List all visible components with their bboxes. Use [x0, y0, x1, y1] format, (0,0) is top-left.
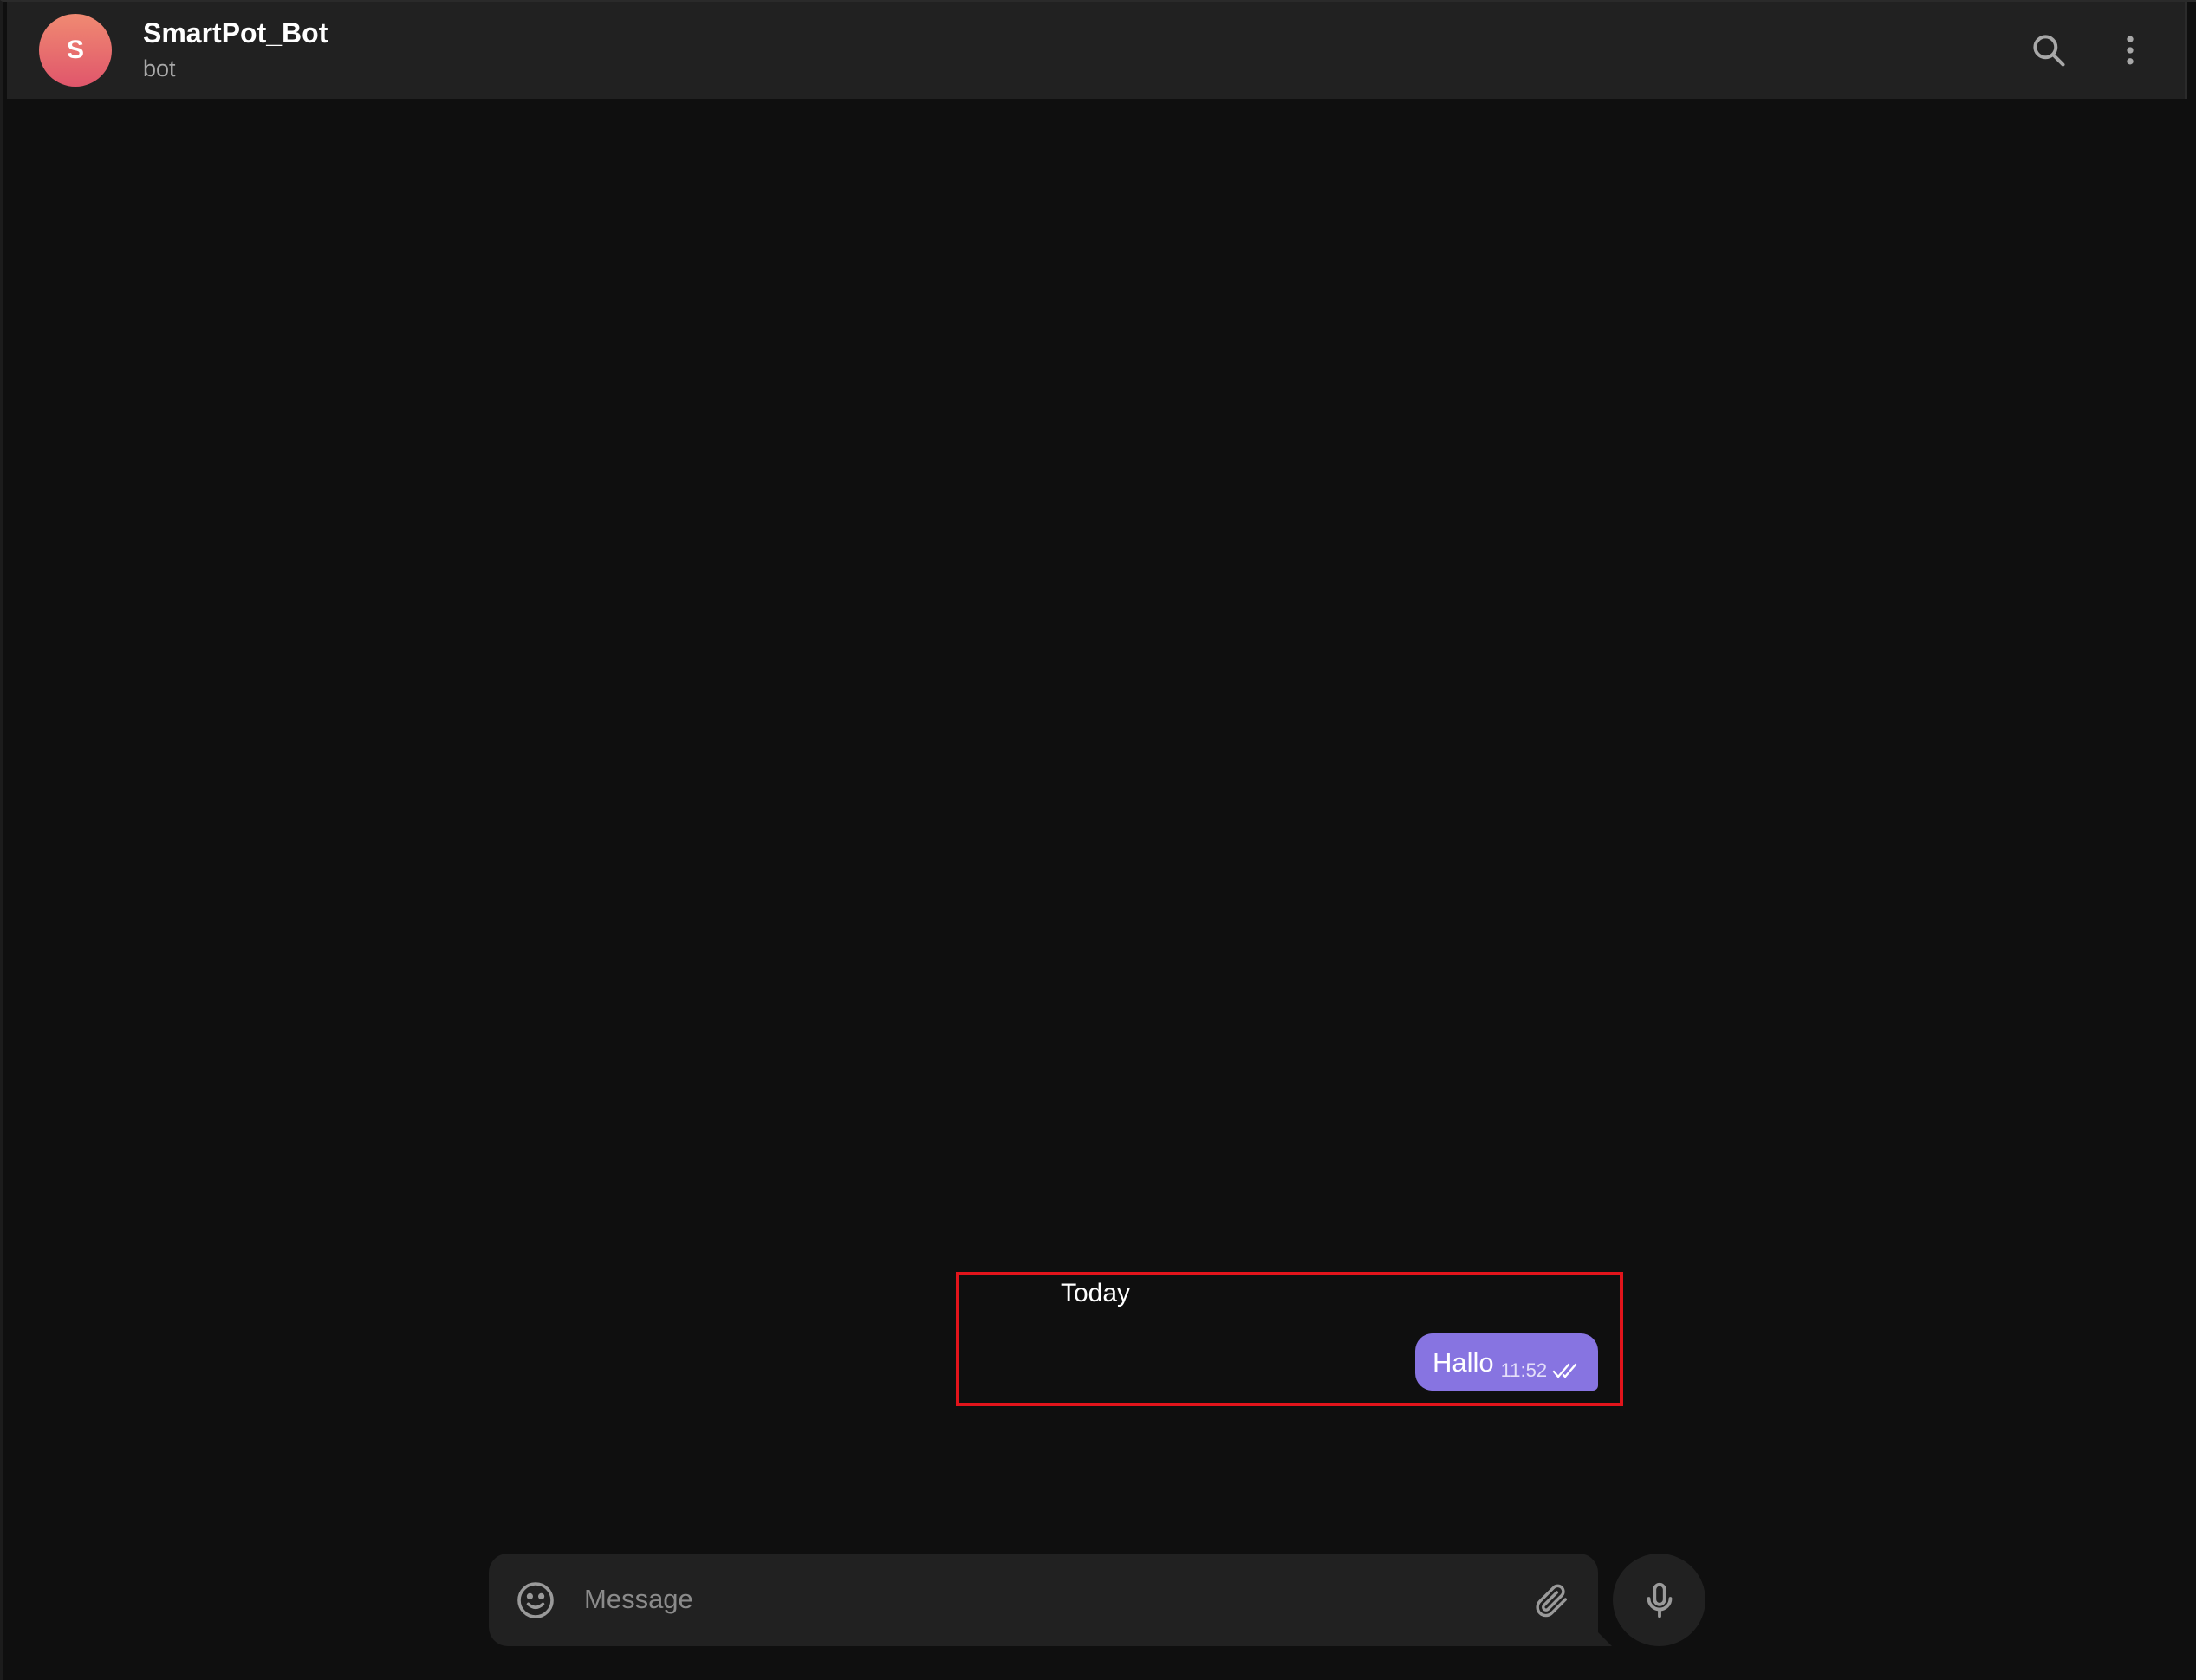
- attach-button[interactable]: [1529, 1578, 1574, 1623]
- date-separator: Today: [1061, 1279, 1131, 1307]
- emoji-button[interactable]: [515, 1579, 556, 1621]
- message-bubble[interactable]: Hallo 11:52: [1415, 1333, 1598, 1391]
- message-composer: [489, 1554, 1612, 1646]
- chat-header: S SmartPot_Bot bot: [7, 2, 2187, 99]
- more-options-button[interactable]: [2104, 24, 2156, 76]
- chat-subtitle: bot: [143, 55, 176, 81]
- paperclip-icon: [1536, 1584, 1568, 1618]
- chat-window: S SmartPot_Bot bot Today Hallo 11:52: [0, 0, 2196, 1680]
- microphone-icon: [1647, 1582, 1672, 1618]
- chat-title[interactable]: SmartPot_Bot: [143, 17, 328, 49]
- message-time: 11:52: [1500, 1359, 1548, 1381]
- more-vertical-icon: [2127, 36, 2134, 65]
- message-meta: 11:52: [1501, 1359, 1582, 1382]
- avatar-letter: S: [66, 36, 84, 64]
- emoji-icon: [517, 1582, 554, 1618]
- double-check-icon: [1552, 1361, 1582, 1380]
- message-input[interactable]: [584, 1573, 1451, 1626]
- voice-record-button[interactable]: [1613, 1554, 1705, 1646]
- search-button[interactable]: [2023, 24, 2075, 76]
- message-text: Hallo: [1433, 1347, 1494, 1378]
- search-icon: [2033, 35, 2065, 67]
- avatar[interactable]: S: [39, 14, 112, 87]
